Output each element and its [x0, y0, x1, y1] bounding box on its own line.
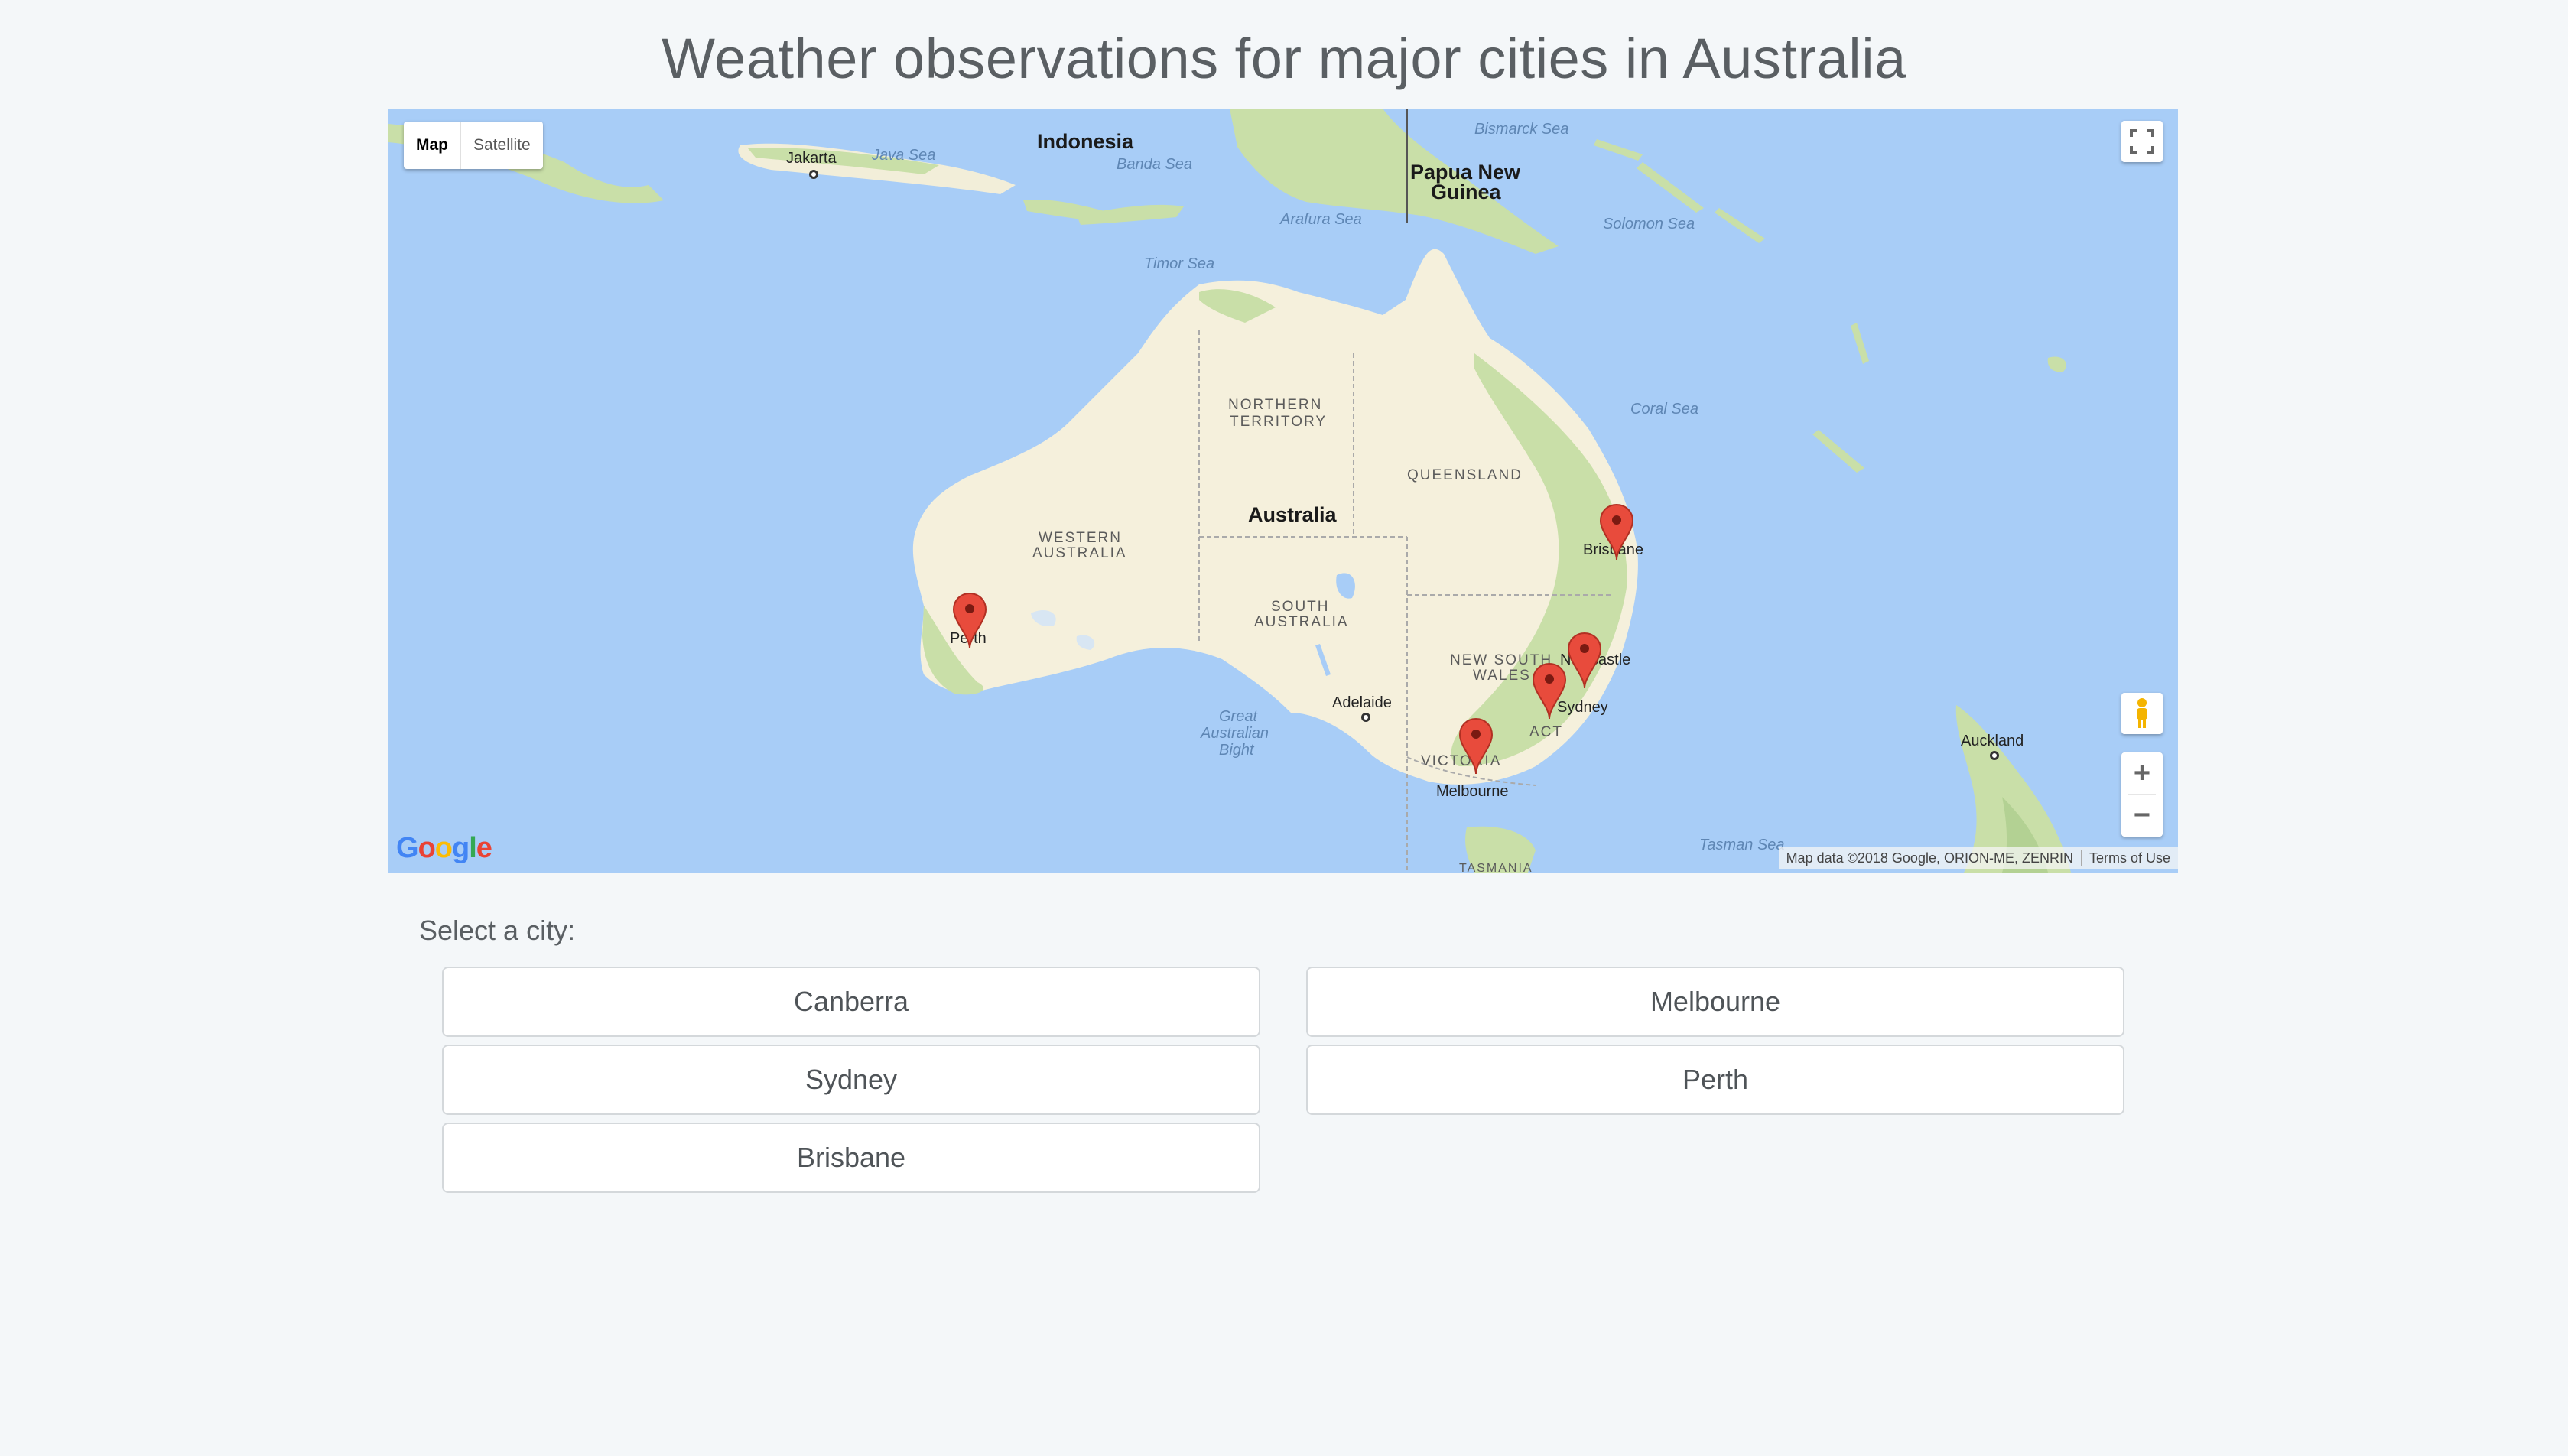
label-queensland: QUEENSLAND [1407, 467, 1523, 483]
label-melbourne: Melbourne [1436, 783, 1509, 800]
street-view-button[interactable] [2121, 693, 2163, 734]
pegman-icon [2137, 698, 2147, 728]
zoom-out-button[interactable]: − [2121, 795, 2163, 836]
marker-perth[interactable] [951, 592, 988, 650]
map-attribution: Map data ©2018 Google, ORION-ME, ZENRIN … [1778, 847, 2178, 869]
label-northern-territory-2: TERRITORY [1230, 414, 1328, 430]
label-tasman-sea: Tasman Sea [1699, 837, 1785, 853]
marker-newcastle[interactable] [1566, 632, 1603, 690]
label-auckland: Auckland [1961, 733, 2024, 749]
label-bismarck-sea: Bismarck Sea [1474, 121, 1569, 138]
page-title: Weather observations for major cities in… [662, 27, 1906, 90]
label-south-australia-1: SOUTH [1271, 599, 1330, 615]
label-northern-territory-1: NORTHERN [1228, 397, 1323, 413]
map-data-text: Map data ©2018 Google, ORION-ME, ZENRIN [1786, 850, 2073, 866]
city-button-perth[interactable]: Perth [1306, 1045, 2124, 1115]
label-western-australia-2: AUSTRALIA [1032, 545, 1127, 561]
label-indonesia: Indonesia [1037, 130, 1134, 153]
label-great-australian-bight-2: Australian [1201, 725, 1269, 742]
city-button-canberra[interactable]: Canberra [442, 967, 1260, 1037]
label-arafura-sea: Arafura Sea [1280, 211, 1362, 228]
label-java-sea: Java Sea [872, 147, 936, 164]
google-logo[interactable]: Google [396, 832, 492, 865]
land-solomon-3 [1594, 139, 1643, 161]
label-coral-sea: Coral Sea [1630, 401, 1698, 418]
terms-of-use-link[interactable]: Terms of Use [2082, 850, 2178, 866]
dot-auckland [1990, 751, 1999, 760]
label-south-australia-2: AUSTRALIA [1254, 614, 1349, 630]
fullscreen-icon [2130, 129, 2154, 154]
label-timor-sea: Timor Sea [1144, 255, 1215, 272]
marker-brisbane[interactable] [1598, 503, 1635, 561]
map[interactable]: Jakarta Java Sea Indonesia Banda Sea Bis… [388, 109, 2178, 873]
marker-canberra[interactable] [1531, 662, 1568, 720]
marker-melbourne[interactable] [1458, 717, 1494, 775]
land-vanuatu [1851, 323, 1869, 364]
label-great-australian-bight-3: Bight [1219, 742, 1254, 759]
label-new-south-wales-2: WALES [1473, 668, 1531, 684]
label-jakarta: Jakarta [786, 150, 837, 167]
select-city-label: Select a city: [419, 915, 576, 946]
label-papua-new-guinea-2: Guinea [1431, 180, 1501, 203]
fullscreen-button[interactable] [2121, 121, 2163, 162]
map-type-satellite-button[interactable]: Satellite [461, 122, 543, 169]
label-adelaide: Adelaide [1332, 694, 1392, 711]
label-tasmania: TASMANIA [1459, 862, 1533, 873]
land-solomon-1 [1637, 162, 1704, 213]
land-fiji [2047, 356, 2066, 372]
land-solomon-2 [1715, 208, 1765, 243]
city-button-melbourne[interactable]: Melbourne [1306, 967, 2124, 1037]
label-banda-sea: Banda Sea [1117, 156, 1192, 173]
label-australia: Australia [1248, 503, 1337, 526]
dot-adelaide [1361, 713, 1370, 722]
zoom-out-icon: − [2133, 798, 2151, 831]
map-type-map-button[interactable]: Map [404, 122, 461, 169]
dot-jakarta [809, 170, 818, 179]
label-solomon-sea: Solomon Sea [1603, 216, 1695, 232]
zoom-in-icon: + [2133, 756, 2151, 789]
label-act: ACT [1529, 724, 1563, 740]
city-button-sydney[interactable]: Sydney [442, 1045, 1260, 1115]
label-great-australian-bight-1: Great [1219, 708, 1258, 725]
land-new-caledonia [1812, 430, 1864, 473]
city-button-brisbane[interactable]: Brisbane [442, 1123, 1260, 1193]
zoom-control: + − [2121, 752, 2163, 837]
map-type-control: Map Satellite [404, 122, 543, 169]
land-timor [1077, 204, 1184, 225]
zoom-in-button[interactable]: + [2121, 752, 2163, 794]
label-western-australia-1: WESTERN [1039, 530, 1122, 546]
